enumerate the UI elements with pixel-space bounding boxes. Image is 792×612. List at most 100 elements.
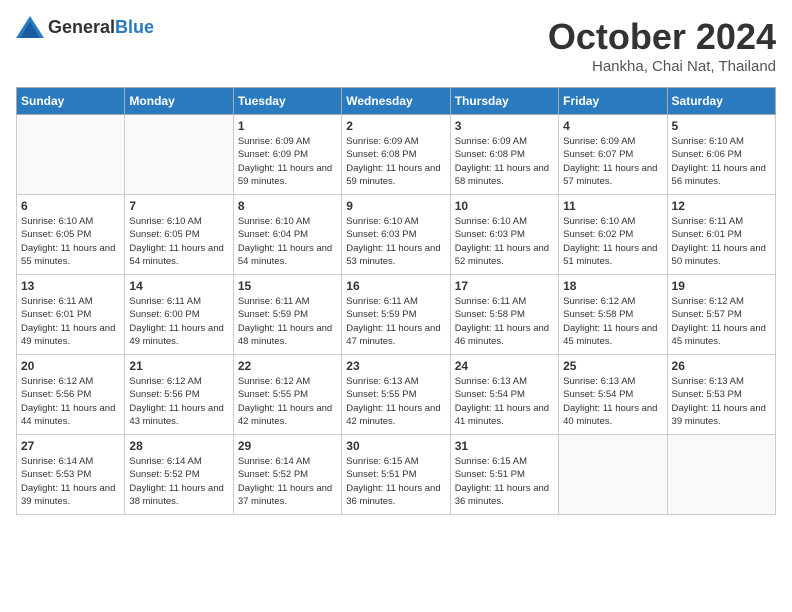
day-number: 18: [563, 279, 662, 293]
weekday-header-wednesday: Wednesday: [342, 88, 450, 115]
calendar-cell: 9 Sunrise: 6:10 AM Sunset: 6:03 PM Dayli…: [342, 195, 450, 275]
week-row-2: 13 Sunrise: 6:11 AM Sunset: 6:01 PM Dayl…: [17, 275, 776, 355]
calendar-cell: 17 Sunrise: 6:11 AM Sunset: 5:58 PM Dayl…: [450, 275, 558, 355]
day-number: 5: [672, 119, 771, 133]
day-number: 29: [238, 439, 337, 453]
calendar-cell: 19 Sunrise: 6:12 AM Sunset: 5:57 PM Dayl…: [667, 275, 775, 355]
calendar-cell: [667, 435, 775, 515]
logo-general: General: [48, 17, 115, 37]
cell-info: Sunrise: 6:09 AM Sunset: 6:08 PM Dayligh…: [346, 135, 445, 188]
day-number: 26: [672, 359, 771, 373]
month-title: October 2024: [548, 16, 776, 58]
calendar-cell: 7 Sunrise: 6:10 AM Sunset: 6:05 PM Dayli…: [125, 195, 233, 275]
calendar-cell: 31 Sunrise: 6:15 AM Sunset: 5:51 PM Dayl…: [450, 435, 558, 515]
logo: GeneralBlue: [16, 16, 154, 38]
cell-info: Sunrise: 6:10 AM Sunset: 6:05 PM Dayligh…: [129, 215, 228, 268]
cell-info: Sunrise: 6:11 AM Sunset: 5:58 PM Dayligh…: [455, 295, 554, 348]
cell-info: Sunrise: 6:12 AM Sunset: 5:57 PM Dayligh…: [672, 295, 771, 348]
day-number: 6: [21, 199, 120, 213]
day-number: 25: [563, 359, 662, 373]
day-number: 4: [563, 119, 662, 133]
calendar-cell: 23 Sunrise: 6:13 AM Sunset: 5:55 PM Dayl…: [342, 355, 450, 435]
calendar-table: SundayMondayTuesdayWednesdayThursdayFrid…: [16, 87, 776, 515]
day-number: 12: [672, 199, 771, 213]
cell-info: Sunrise: 6:11 AM Sunset: 5:59 PM Dayligh…: [346, 295, 445, 348]
cell-info: Sunrise: 6:09 AM Sunset: 6:07 PM Dayligh…: [563, 135, 662, 188]
calendar-cell: 4 Sunrise: 6:09 AM Sunset: 6:07 PM Dayli…: [559, 115, 667, 195]
calendar-cell: 3 Sunrise: 6:09 AM Sunset: 6:08 PM Dayli…: [450, 115, 558, 195]
weekday-header-row: SundayMondayTuesdayWednesdayThursdayFrid…: [17, 88, 776, 115]
day-number: 28: [129, 439, 228, 453]
calendar-cell: 25 Sunrise: 6:13 AM Sunset: 5:54 PM Dayl…: [559, 355, 667, 435]
logo-icon: [16, 16, 44, 38]
calendar-cell: 22 Sunrise: 6:12 AM Sunset: 5:55 PM Dayl…: [233, 355, 341, 435]
day-number: 30: [346, 439, 445, 453]
cell-info: Sunrise: 6:10 AM Sunset: 6:06 PM Dayligh…: [672, 135, 771, 188]
day-number: 13: [21, 279, 120, 293]
weekday-header-saturday: Saturday: [667, 88, 775, 115]
weekday-header-friday: Friday: [559, 88, 667, 115]
calendar-cell: [17, 115, 125, 195]
cell-info: Sunrise: 6:11 AM Sunset: 6:00 PM Dayligh…: [129, 295, 228, 348]
calendar-cell: 6 Sunrise: 6:10 AM Sunset: 6:05 PM Dayli…: [17, 195, 125, 275]
calendar-cell: 27 Sunrise: 6:14 AM Sunset: 5:53 PM Dayl…: [17, 435, 125, 515]
calendar-cell: 24 Sunrise: 6:13 AM Sunset: 5:54 PM Dayl…: [450, 355, 558, 435]
day-number: 19: [672, 279, 771, 293]
weekday-header-tuesday: Tuesday: [233, 88, 341, 115]
cell-info: Sunrise: 6:11 AM Sunset: 6:01 PM Dayligh…: [21, 295, 120, 348]
calendar-cell: 11 Sunrise: 6:10 AM Sunset: 6:02 PM Dayl…: [559, 195, 667, 275]
calendar-cell: 29 Sunrise: 6:14 AM Sunset: 5:52 PM Dayl…: [233, 435, 341, 515]
cell-info: Sunrise: 6:13 AM Sunset: 5:54 PM Dayligh…: [563, 375, 662, 428]
day-number: 9: [346, 199, 445, 213]
week-row-0: 1 Sunrise: 6:09 AM Sunset: 6:09 PM Dayli…: [17, 115, 776, 195]
cell-info: Sunrise: 6:12 AM Sunset: 5:56 PM Dayligh…: [21, 375, 120, 428]
cell-info: Sunrise: 6:11 AM Sunset: 5:59 PM Dayligh…: [238, 295, 337, 348]
week-row-3: 20 Sunrise: 6:12 AM Sunset: 5:56 PM Dayl…: [17, 355, 776, 435]
day-number: 24: [455, 359, 554, 373]
page-header: GeneralBlue October 2024 Hankha, Chai Na…: [16, 16, 776, 75]
calendar-cell: 14 Sunrise: 6:11 AM Sunset: 6:00 PM Dayl…: [125, 275, 233, 355]
calendar-cell: 2 Sunrise: 6:09 AM Sunset: 6:08 PM Dayli…: [342, 115, 450, 195]
calendar-cell: 21 Sunrise: 6:12 AM Sunset: 5:56 PM Dayl…: [125, 355, 233, 435]
day-number: 27: [21, 439, 120, 453]
day-number: 15: [238, 279, 337, 293]
cell-info: Sunrise: 6:12 AM Sunset: 5:56 PM Dayligh…: [129, 375, 228, 428]
day-number: 21: [129, 359, 228, 373]
logo-blue: Blue: [115, 17, 154, 37]
day-number: 20: [21, 359, 120, 373]
day-number: 22: [238, 359, 337, 373]
calendar-cell: 5 Sunrise: 6:10 AM Sunset: 6:06 PM Dayli…: [667, 115, 775, 195]
calendar-cell: [559, 435, 667, 515]
calendar-cell: 20 Sunrise: 6:12 AM Sunset: 5:56 PM Dayl…: [17, 355, 125, 435]
calendar-cell: 1 Sunrise: 6:09 AM Sunset: 6:09 PM Dayli…: [233, 115, 341, 195]
calendar-cell: 13 Sunrise: 6:11 AM Sunset: 6:01 PM Dayl…: [17, 275, 125, 355]
calendar-cell: 10 Sunrise: 6:10 AM Sunset: 6:03 PM Dayl…: [450, 195, 558, 275]
cell-info: Sunrise: 6:15 AM Sunset: 5:51 PM Dayligh…: [455, 455, 554, 508]
cell-info: Sunrise: 6:13 AM Sunset: 5:55 PM Dayligh…: [346, 375, 445, 428]
week-row-4: 27 Sunrise: 6:14 AM Sunset: 5:53 PM Dayl…: [17, 435, 776, 515]
calendar-cell: 30 Sunrise: 6:15 AM Sunset: 5:51 PM Dayl…: [342, 435, 450, 515]
calendar-cell: 16 Sunrise: 6:11 AM Sunset: 5:59 PM Dayl…: [342, 275, 450, 355]
calendar-cell: 28 Sunrise: 6:14 AM Sunset: 5:52 PM Dayl…: [125, 435, 233, 515]
day-number: 3: [455, 119, 554, 133]
cell-info: Sunrise: 6:13 AM Sunset: 5:54 PM Dayligh…: [455, 375, 554, 428]
day-number: 16: [346, 279, 445, 293]
cell-info: Sunrise: 6:15 AM Sunset: 5:51 PM Dayligh…: [346, 455, 445, 508]
cell-info: Sunrise: 6:12 AM Sunset: 5:55 PM Dayligh…: [238, 375, 337, 428]
weekday-header-thursday: Thursday: [450, 88, 558, 115]
day-number: 23: [346, 359, 445, 373]
cell-info: Sunrise: 6:14 AM Sunset: 5:52 PM Dayligh…: [238, 455, 337, 508]
day-number: 17: [455, 279, 554, 293]
cell-info: Sunrise: 6:11 AM Sunset: 6:01 PM Dayligh…: [672, 215, 771, 268]
cell-info: Sunrise: 6:13 AM Sunset: 5:53 PM Dayligh…: [672, 375, 771, 428]
cell-info: Sunrise: 6:10 AM Sunset: 6:03 PM Dayligh…: [455, 215, 554, 268]
title-block: October 2024 Hankha, Chai Nat, Thailand: [548, 16, 776, 75]
calendar-cell: [125, 115, 233, 195]
calendar-cell: 26 Sunrise: 6:13 AM Sunset: 5:53 PM Dayl…: [667, 355, 775, 435]
cell-info: Sunrise: 6:10 AM Sunset: 6:03 PM Dayligh…: [346, 215, 445, 268]
cell-info: Sunrise: 6:12 AM Sunset: 5:58 PM Dayligh…: [563, 295, 662, 348]
day-number: 31: [455, 439, 554, 453]
day-number: 8: [238, 199, 337, 213]
day-number: 14: [129, 279, 228, 293]
weekday-header-sunday: Sunday: [17, 88, 125, 115]
